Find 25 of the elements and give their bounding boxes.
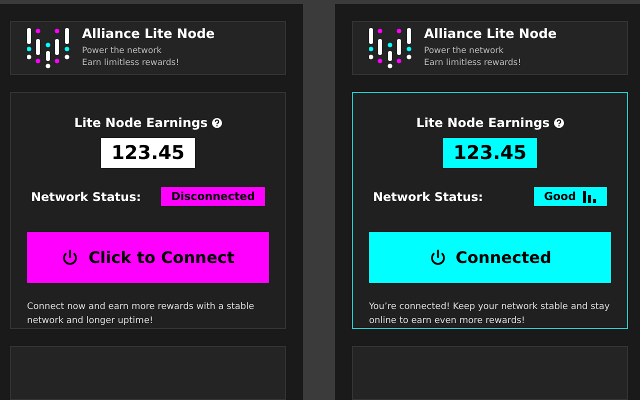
- earnings-value: 123.45: [443, 138, 537, 168]
- info-text: You’re connected! Keep your network stable and stay online to earn even more rewards!: [369, 301, 611, 328]
- app-title: Alliance Lite Node: [82, 27, 215, 42]
- status-badge: Good: [534, 187, 607, 206]
- help-icon[interactable]: [212, 118, 222, 128]
- earnings-value: 123.45: [101, 138, 195, 168]
- signal-icon: [583, 190, 597, 202]
- tagline: Power the network: [82, 45, 163, 57]
- info-text: Connect now and earn more rewards with a stable network and longer uptime!: [27, 301, 256, 328]
- tagline: Power the network: [424, 45, 505, 57]
- help-icon[interactable]: [554, 118, 564, 128]
- power-icon: [61, 248, 80, 266]
- status-label: Network Status:: [373, 190, 484, 204]
- app-title: Alliance Lite Node: [424, 27, 557, 42]
- tagline: Earn limitless rewards!: [82, 57, 180, 69]
- logo-icon: [369, 26, 413, 70]
- power-icon: [428, 248, 447, 266]
- connect-button[interactable]: Click to Connect: [27, 232, 269, 283]
- connect-button[interactable]: Connected: [369, 232, 611, 283]
- earnings-title: Lite Node Earnings: [416, 115, 550, 130]
- logo-icon: [27, 26, 71, 70]
- status-badge: Disconnected: [161, 187, 265, 206]
- status-label: Network Status:: [31, 190, 142, 204]
- earnings-title: Lite Node Earnings: [74, 115, 208, 130]
- tagline: Earn limitless rewards!: [424, 57, 522, 69]
